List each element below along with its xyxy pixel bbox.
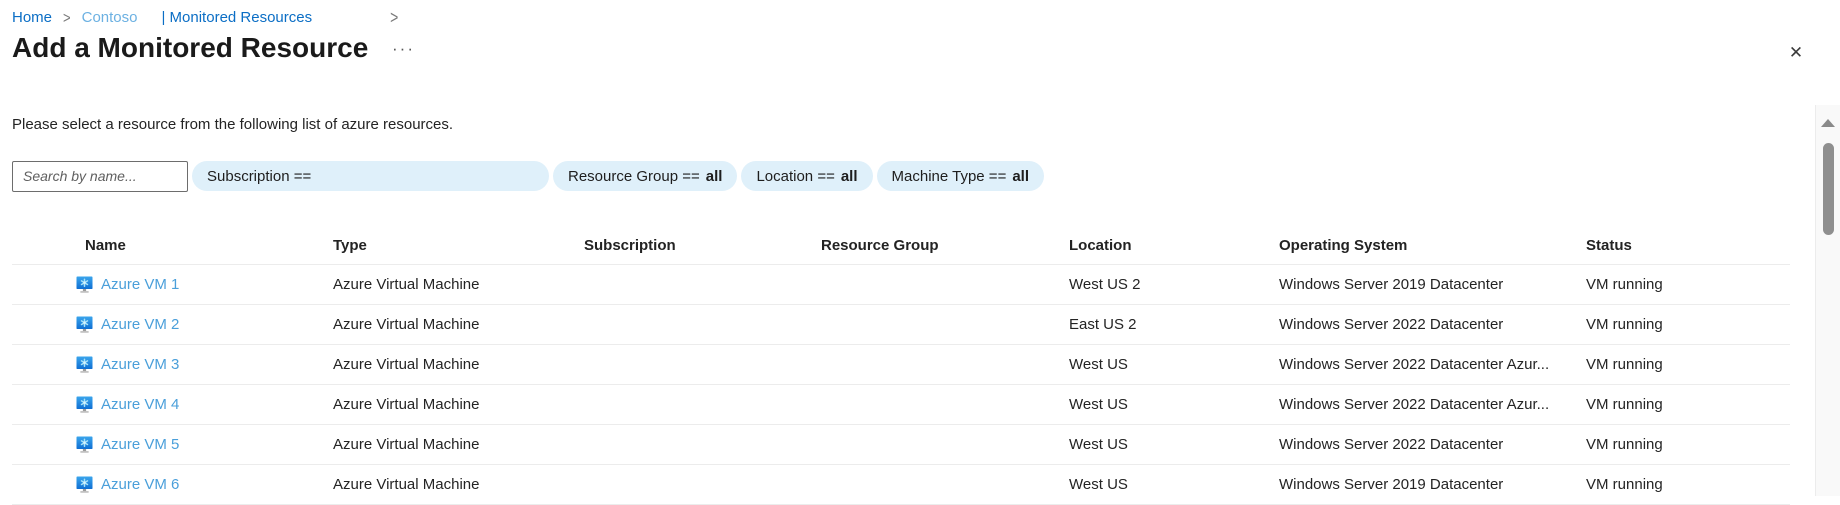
resource-name-cell[interactable]: Azure VM 5 xyxy=(76,436,333,453)
column-header-resource-group[interactable]: Resource Group xyxy=(821,237,1069,254)
resource-name-link[interactable]: Azure VM 5 xyxy=(101,436,179,453)
resource-operating-system: Windows Server 2022 Datacenter Azur... xyxy=(1279,356,1586,373)
filter-pill-label: Resource Group == xyxy=(568,168,700,185)
breadcrumb-home[interactable]: Home xyxy=(12,9,52,26)
column-header-status[interactable]: Status xyxy=(1586,237,1790,254)
resource-status: VM running xyxy=(1586,436,1790,453)
resource-operating-system: Windows Server 2019 Datacenter xyxy=(1279,276,1586,293)
resource-location: West US xyxy=(1069,396,1279,413)
resource-location: East US 2 xyxy=(1069,316,1279,333)
resource-status: VM running xyxy=(1586,476,1790,493)
azure-vm-icon xyxy=(76,316,93,333)
scrollbar-thumb[interactable] xyxy=(1823,143,1834,235)
resource-location: West US 2 xyxy=(1069,276,1279,293)
filter-pill-machine-type[interactable]: Machine Type == all xyxy=(877,161,1045,191)
column-header-type[interactable]: Type xyxy=(333,237,584,254)
resource-name-link[interactable]: Azure VM 2 xyxy=(101,316,179,333)
breadcrumb-chevron-icon: > xyxy=(63,8,71,26)
scroll-up-arrow-icon[interactable] xyxy=(1821,119,1835,127)
intro-text: Please select a resource from the follow… xyxy=(12,116,453,133)
azure-vm-icon xyxy=(76,276,93,293)
resource-name-cell[interactable]: Azure VM 3 xyxy=(76,356,333,373)
filter-pill-subscription[interactable]: Subscription == xyxy=(192,161,549,191)
vertical-scrollbar[interactable] xyxy=(1815,105,1840,496)
filter-pill-resource-group[interactable]: Resource Group == all xyxy=(553,161,737,191)
resource-type: Azure Virtual Machine xyxy=(333,396,584,413)
resource-location: West US xyxy=(1069,436,1279,453)
resource-type: Azure Virtual Machine xyxy=(333,436,584,453)
resource-location: West US xyxy=(1069,356,1279,373)
resource-type: Azure Virtual Machine xyxy=(333,276,584,293)
filter-pill-label: Subscription == xyxy=(207,168,311,185)
filter-pill-value: all xyxy=(1012,168,1029,185)
resource-operating-system: Windows Server 2022 Datacenter xyxy=(1279,316,1586,333)
resource-status: VM running xyxy=(1586,396,1790,413)
resource-operating-system: Windows Server 2019 Datacenter xyxy=(1279,476,1586,493)
resource-type: Azure Virtual Machine xyxy=(333,476,584,493)
filter-pill-location[interactable]: Location == all xyxy=(741,161,872,191)
resource-name-cell[interactable]: Azure VM 2 xyxy=(76,316,333,333)
breadcrumb: Home > Contoso | Monitored Resources > xyxy=(12,6,398,28)
breadcrumb-contoso[interactable]: Contoso xyxy=(82,9,138,26)
resource-name-link[interactable]: Azure VM 6 xyxy=(101,476,179,493)
search-input[interactable] xyxy=(12,161,188,192)
table-row[interactable]: Azure VM 1 Azure Virtual Machine West US… xyxy=(12,265,1790,305)
resource-name-link[interactable]: Azure VM 1 xyxy=(101,276,179,293)
resource-operating-system: Windows Server 2022 Datacenter Azur... xyxy=(1279,396,1586,413)
table-body: Azure VM 1 Azure Virtual Machine West US… xyxy=(12,265,1790,505)
table-row[interactable]: Azure VM 4 Azure Virtual Machine West US… xyxy=(12,385,1790,425)
table-row[interactable]: Azure VM 2 Azure Virtual Machine East US… xyxy=(12,305,1790,345)
column-header-subscription[interactable]: Subscription xyxy=(584,237,821,254)
column-header-name[interactable]: Name xyxy=(85,237,333,254)
column-header-location[interactable]: Location xyxy=(1069,237,1279,254)
close-icon[interactable]: ✕ xyxy=(1783,40,1809,66)
filter-bar: Subscription == Resource Group == all Lo… xyxy=(12,160,1044,192)
filter-pill-value: all xyxy=(706,168,723,185)
resource-type: Azure Virtual Machine xyxy=(333,316,584,333)
filter-pill-value: all xyxy=(841,168,858,185)
table-row[interactable]: Azure VM 5 Azure Virtual Machine West US… xyxy=(12,425,1790,465)
table-row[interactable]: Azure VM 6 Azure Virtual Machine West US… xyxy=(12,465,1790,505)
resource-type: Azure Virtual Machine xyxy=(333,356,584,373)
resource-name-cell[interactable]: Azure VM 1 xyxy=(76,276,333,293)
azure-vm-icon xyxy=(76,436,93,453)
resource-name-cell[interactable]: Azure VM 4 xyxy=(76,396,333,413)
azure-vm-icon xyxy=(76,356,93,373)
resource-location: West US xyxy=(1069,476,1279,493)
table-row[interactable]: Azure VM 3 Azure Virtual Machine West US… xyxy=(12,345,1790,385)
resource-status: VM running xyxy=(1586,356,1790,373)
breadcrumb-monitored-resources[interactable]: | Monitored Resources xyxy=(161,9,312,26)
column-header-operating-system[interactable]: Operating System xyxy=(1279,237,1586,254)
table-header-row: Name Type Subscription Resource Group Lo… xyxy=(12,227,1790,265)
page-title: Add a Monitored Resource xyxy=(12,32,368,64)
more-options-icon[interactable]: ··· xyxy=(392,44,415,54)
resource-status: VM running xyxy=(1586,276,1790,293)
azure-vm-icon xyxy=(76,396,93,413)
azure-vm-icon xyxy=(76,476,93,493)
filter-pill-label: Location == xyxy=(756,168,834,185)
resource-name-link[interactable]: Azure VM 4 xyxy=(101,396,179,413)
resource-name-link[interactable]: Azure VM 3 xyxy=(101,356,179,373)
resource-status: VM running xyxy=(1586,316,1790,333)
resource-operating-system: Windows Server 2022 Datacenter xyxy=(1279,436,1586,453)
resource-table: Name Type Subscription Resource Group Lo… xyxy=(12,227,1790,505)
filter-pill-label: Machine Type == xyxy=(892,168,1007,185)
breadcrumb-trailing-chevron-icon: > xyxy=(390,7,398,28)
resource-name-cell[interactable]: Azure VM 6 xyxy=(76,476,333,493)
